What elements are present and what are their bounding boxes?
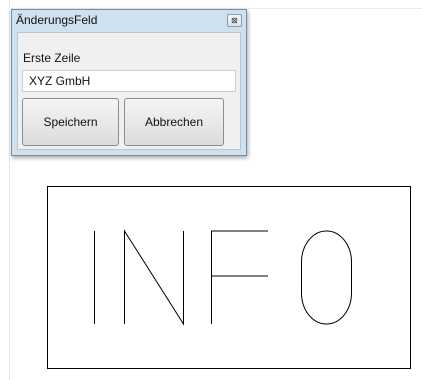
dialog-body: Erste Zeile XYZ GmbH Speichern Abbrechen	[17, 32, 241, 150]
save-button[interactable]: Speichern	[22, 98, 119, 146]
first-line-input[interactable]: XYZ GmbH	[22, 70, 236, 92]
close-icon[interactable]: ⊠	[227, 14, 242, 27]
info-frame-rect	[47, 186, 411, 369]
cancel-button[interactable]: Abbrechen	[124, 98, 224, 146]
info-text-outline	[94, 229, 352, 326]
edit-field-dialog: ÄnderungsFeld ⊠ Erste Zeile XYZ GmbH Spe…	[11, 9, 247, 156]
letter-f-stem-top	[211, 230, 268, 324]
cad-canvas[interactable]: ÄnderungsFeld ⊠ Erste Zeile XYZ GmbH Spe…	[0, 0, 422, 380]
letter-o	[301, 230, 352, 325]
first-line-label: Erste Zeile	[23, 51, 81, 65]
dialog-title: ÄnderungsFeld	[16, 13, 98, 27]
letter-n	[124, 229, 184, 326]
